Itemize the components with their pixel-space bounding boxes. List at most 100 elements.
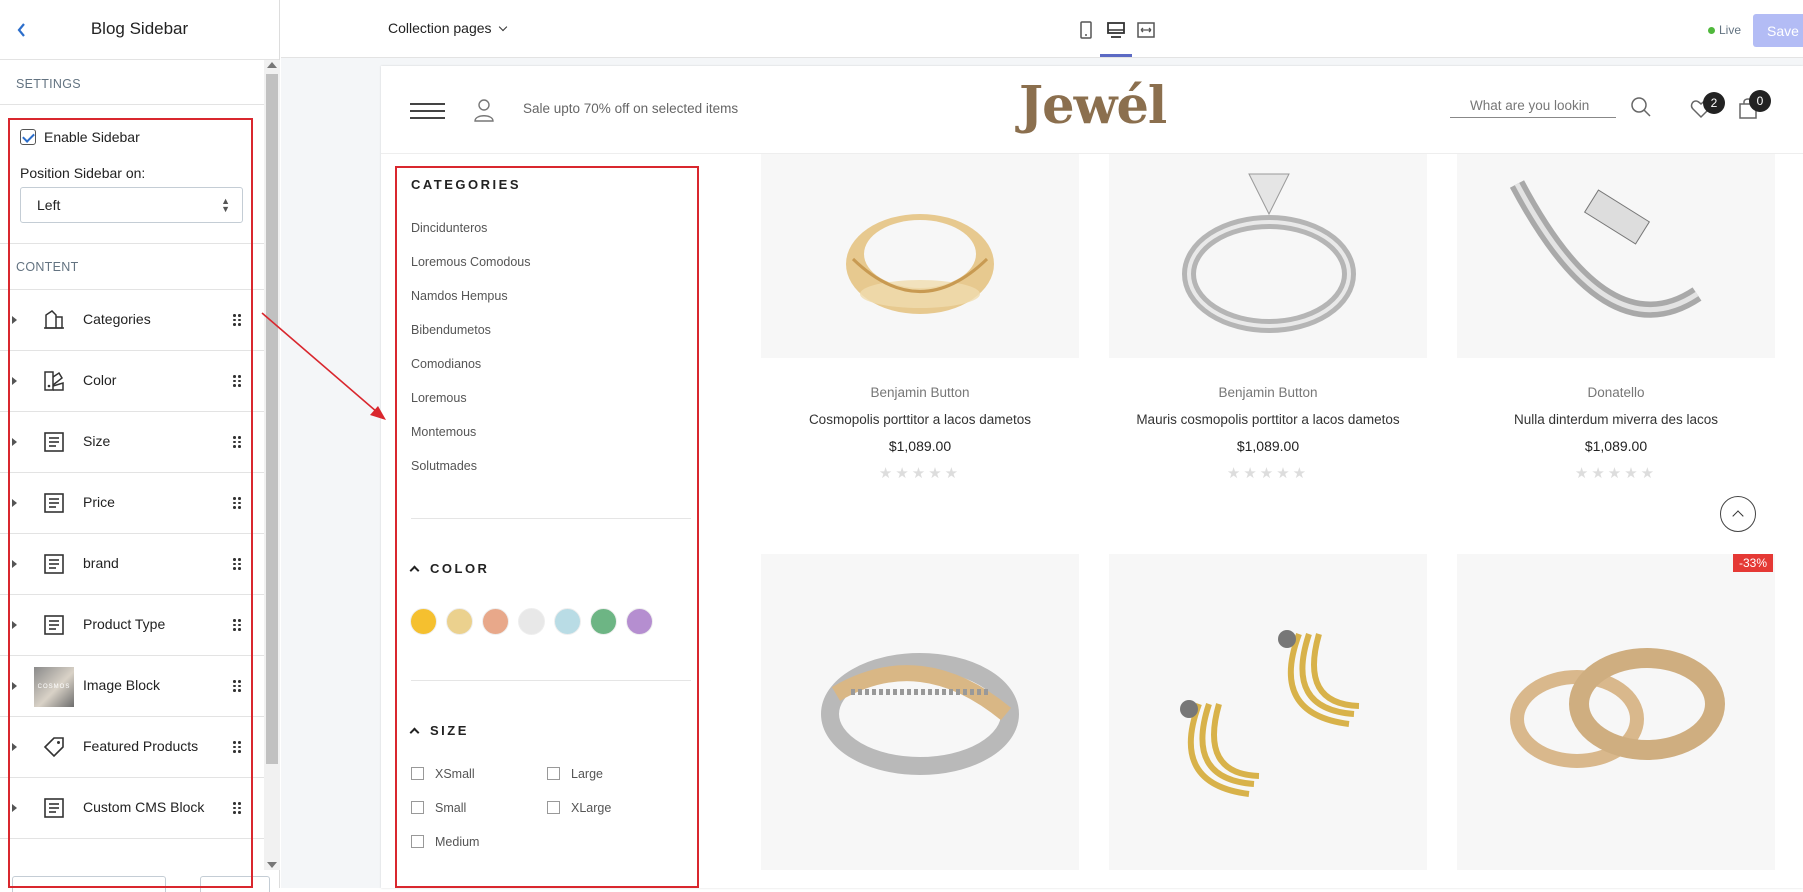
search-input[interactable]: What are you lookin (1450, 85, 1616, 118)
size-option[interactable]: Large (547, 767, 603, 781)
expand-arrow-icon[interactable] (12, 560, 17, 568)
size-checkbox[interactable] (547, 801, 560, 814)
two-tone-ring-image (821, 653, 1019, 775)
color-swatch[interactable] (554, 608, 581, 635)
product-image[interactable] (1457, 154, 1775, 358)
text-block-icon (44, 493, 64, 513)
desktop-view-icon[interactable] (1106, 20, 1126, 40)
product-image[interactable] (761, 154, 1079, 358)
color-swatch[interactable] (410, 608, 437, 635)
color-swatch[interactable] (518, 608, 545, 635)
user-icon[interactable] (473, 98, 495, 122)
storefront-preview[interactable]: Sale upto 70% off on selected items Jewé… (381, 66, 1803, 888)
expand-arrow-icon[interactable] (12, 743, 17, 751)
color-swatch[interactable] (482, 608, 509, 635)
editor-scroll-area[interactable]: SETTINGS Enable Sidebar Position Sidebar… (0, 60, 264, 870)
drag-handle-icon[interactable] (233, 436, 241, 448)
editor-scrollbar[interactable] (264, 60, 280, 870)
page-type-select[interactable]: Collection pages (388, 20, 507, 36)
product-name[interactable]: Mauris cosmopolis porttitor a lacos dame… (1109, 412, 1427, 427)
category-link[interactable]: Loremous Comodous (411, 255, 531, 269)
scroll-up-icon[interactable] (267, 62, 277, 68)
search-icon[interactable] (1630, 96, 1652, 118)
site-logo[interactable]: Jewél (1019, 76, 1167, 136)
product-image[interactable] (1109, 554, 1427, 870)
tag-icon (43, 737, 64, 758)
mobile-view-icon[interactable] (1076, 20, 1096, 40)
size-option[interactable]: XLarge (547, 801, 612, 815)
block-item-color[interactable]: Color (0, 351, 264, 412)
size-option[interactable]: XSmall (411, 767, 475, 781)
block-item-size[interactable]: Size (0, 412, 264, 473)
block-item-featured-products[interactable]: Featured Products (0, 717, 264, 778)
product-image[interactable] (761, 554, 1079, 870)
category-link[interactable]: Solutmades (411, 459, 477, 473)
size-checkbox[interactable] (411, 801, 424, 814)
expand-arrow-icon[interactable] (12, 377, 17, 385)
block-item-image-block[interactable]: COSMOS Image Block (0, 656, 264, 717)
block-item-price[interactable]: Price (0, 473, 264, 534)
product-brand[interactable]: Benjamin Button (1109, 385, 1427, 400)
block-label: brand (83, 555, 119, 571)
category-link[interactable]: Namdos Hempus (411, 289, 508, 303)
topbar: Collection pages Live Save (281, 0, 1803, 58)
category-link[interactable]: Comodianos (411, 357, 481, 371)
categories-icon (44, 310, 64, 329)
size-checkbox[interactable] (547, 767, 560, 780)
product-name[interactable]: Cosmopolis porttitor a lacos dametos (761, 412, 1079, 427)
expand-arrow-icon[interactable] (12, 438, 17, 446)
footer-field[interactable] (12, 876, 166, 892)
menu-icon[interactable] (410, 103, 445, 121)
text-block-icon (44, 798, 64, 818)
category-link[interactable]: Montemous (411, 425, 476, 439)
drag-handle-icon[interactable] (233, 802, 241, 814)
expand-arrow-icon[interactable] (12, 621, 17, 629)
position-sidebar-select[interactable]: Left ▲ ▼ (20, 187, 243, 223)
product-brand[interactable]: Donatello (1457, 385, 1775, 400)
block-item-product-type[interactable]: Product Type (0, 595, 264, 656)
drag-handle-icon[interactable] (233, 680, 241, 692)
fullwidth-view-icon[interactable] (1136, 20, 1156, 40)
product-image[interactable] (1457, 554, 1775, 870)
footer-buttons[interactable] (200, 876, 270, 892)
size-checkbox[interactable] (411, 767, 424, 780)
drag-handle-icon[interactable] (233, 314, 241, 326)
size-checkbox[interactable] (411, 835, 424, 848)
drag-handle-icon[interactable] (233, 558, 241, 570)
size-label: Small (435, 801, 467, 815)
divider (0, 104, 264, 105)
block-label: Custom CMS Block (83, 799, 205, 815)
color-filter-toggle[interactable]: COLOR (409, 561, 489, 576)
drag-handle-icon[interactable] (233, 741, 241, 753)
chevron-up-icon (1732, 510, 1744, 522)
block-item-brand[interactable]: brand (0, 534, 264, 595)
drag-handle-icon[interactable] (233, 497, 241, 509)
save-button[interactable]: Save (1753, 14, 1803, 47)
size-option[interactable]: Medium (411, 835, 479, 849)
category-link[interactable]: Dincidunteros (411, 221, 487, 235)
expand-arrow-icon[interactable] (12, 804, 17, 812)
size-filter-toggle[interactable]: SIZE (409, 723, 469, 738)
category-link[interactable]: Loremous (411, 391, 467, 405)
expand-arrow-icon[interactable] (12, 316, 17, 324)
color-swatch[interactable] (590, 608, 617, 635)
scroll-down-icon[interactable] (267, 862, 277, 868)
size-option[interactable]: Small (411, 801, 467, 815)
enable-sidebar-checkbox[interactable] (20, 129, 36, 145)
expand-arrow-icon[interactable] (12, 499, 17, 507)
product-image[interactable] (1109, 154, 1427, 358)
back-to-top-button[interactable] (1720, 496, 1756, 532)
size-label: XLarge (571, 801, 612, 815)
block-item-custom-cms-block[interactable]: Custom CMS Block (0, 778, 264, 839)
product-brand[interactable]: Benjamin Button (761, 385, 1079, 400)
color-swatch[interactable] (446, 608, 473, 635)
color-swatch[interactable] (626, 608, 653, 635)
drag-handle-icon[interactable] (233, 375, 241, 387)
drag-handle-icon[interactable] (233, 619, 241, 631)
text-block-icon (44, 554, 64, 574)
enable-sidebar-row[interactable]: Enable Sidebar (20, 129, 140, 145)
product-name[interactable]: Nulla dinterdum miverra des lacos (1457, 412, 1775, 427)
block-item-categories[interactable]: Categories (0, 290, 264, 351)
category-link[interactable]: Bibendumetos (411, 323, 491, 337)
expand-arrow-icon[interactable] (12, 682, 17, 690)
